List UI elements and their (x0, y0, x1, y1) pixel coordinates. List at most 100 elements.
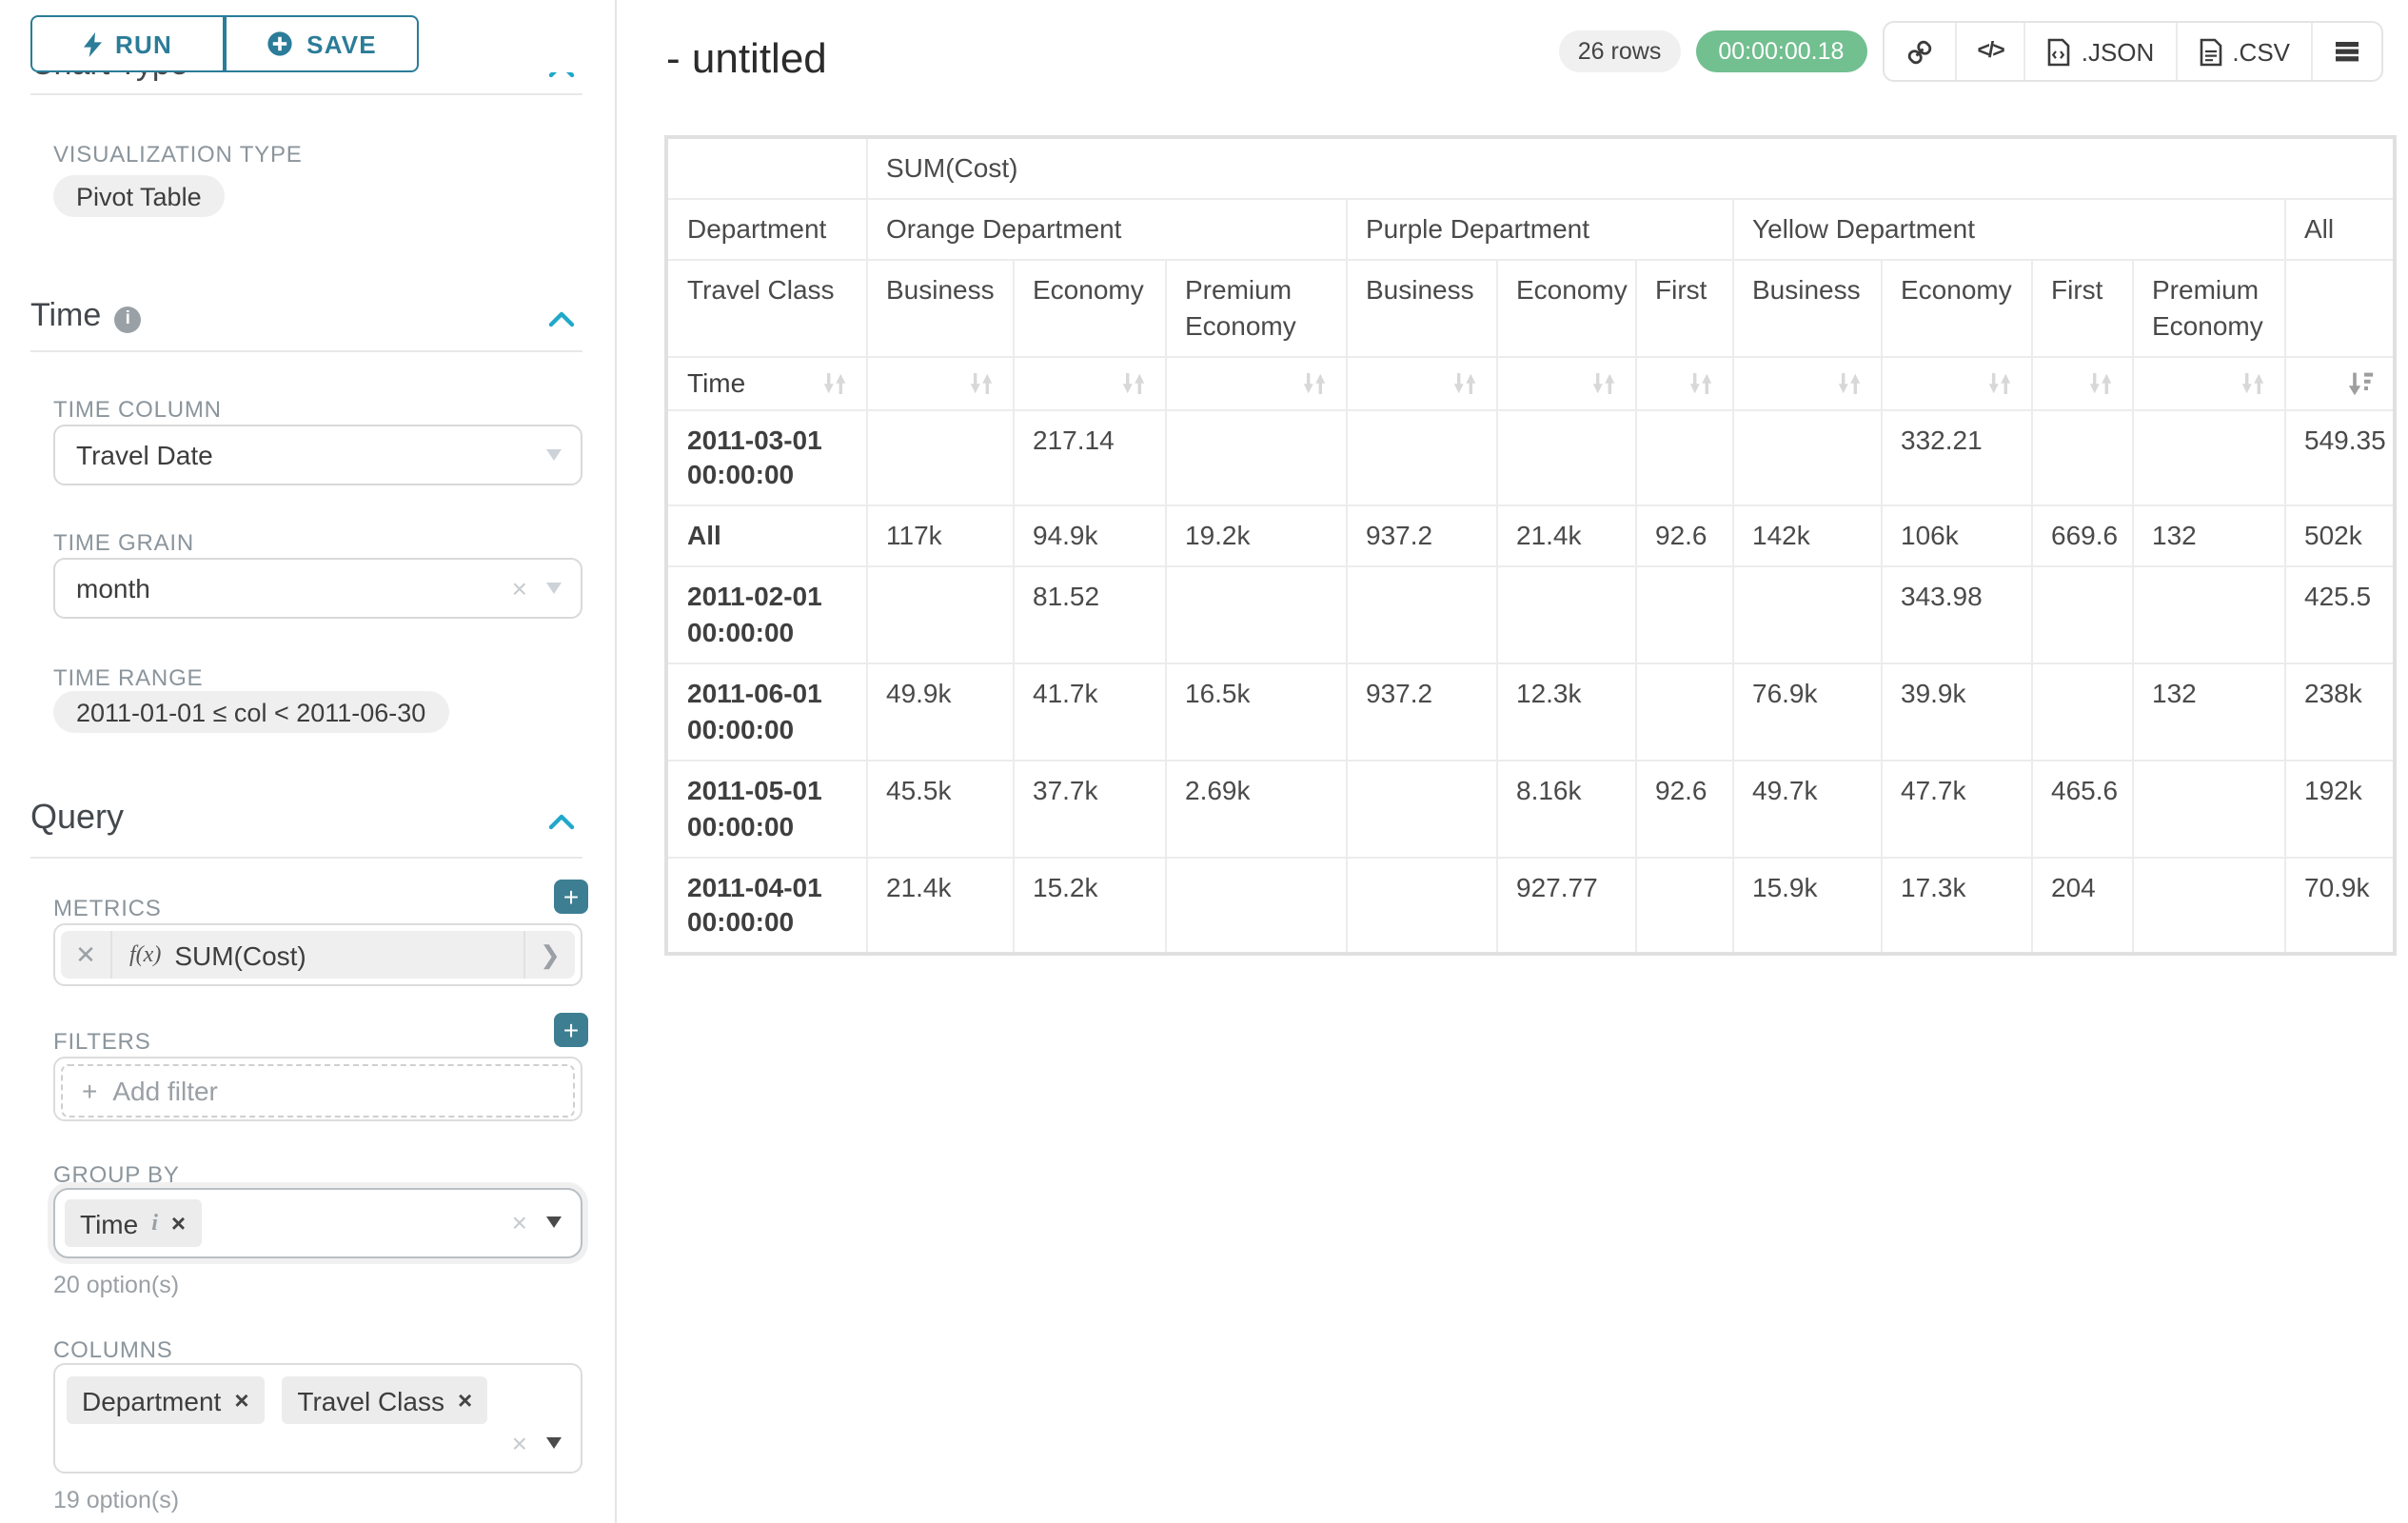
sort-cell (866, 356, 1013, 409)
remove-icon[interactable]: × (234, 1386, 248, 1414)
sort-icon[interactable] (821, 370, 846, 395)
table-row: 2011-04-01 00:00:00 21.4k 15.2k 927.77 1… (666, 857, 2395, 955)
metrics-label: METRICS (53, 895, 162, 921)
control-panel-sidebar: Chart Type RUN SAVE VISUALIZATIO (0, 0, 617, 1523)
add-filter-dropzone[interactable]: + Add filter (61, 1064, 575, 1118)
time-grain-select[interactable]: month × (53, 558, 582, 619)
value-cell: 132 (2132, 506, 2284, 567)
sort-icon[interactable] (968, 370, 993, 395)
sort-icon[interactable] (1120, 370, 1145, 395)
sort-icon[interactable] (1836, 370, 1861, 395)
copy-link-button[interactable] (1884, 23, 1954, 80)
row-label-cell: 2011-02-01 00:00:00 (666, 566, 866, 663)
run-button-label: RUN (115, 30, 172, 58)
value-cell (1732, 566, 1881, 663)
clear-icon[interactable]: × (512, 575, 527, 602)
row-label-cell: 2011-05-01 00:00:00 (666, 761, 866, 858)
row-label-cell: 2011-03-01 00:00:00 (666, 409, 866, 506)
info-icon: i (151, 1209, 158, 1237)
time-column-value: Travel Date (55, 440, 213, 470)
row-count-badge: 26 rows (1559, 30, 1681, 72)
value-cell (1732, 409, 1881, 506)
menu-icon (2334, 40, 2360, 63)
time-range-pill[interactable]: 2011-01-01 ≤ col < 2011-06-30 (53, 691, 448, 733)
value-cell (1346, 409, 1496, 506)
value-cell: 669.6 (2031, 506, 2132, 567)
row-label: 2011-05-01 00:00:00 (687, 775, 822, 841)
value-cell (2132, 857, 2284, 955)
sort-desc-icon[interactable] (2347, 370, 2374, 395)
columns-tag-travel-class[interactable]: Travel Class × (282, 1376, 487, 1424)
column-header: Economy (1496, 260, 1635, 357)
corner-cell (666, 137, 866, 199)
run-save-button-group: RUN SAVE (30, 15, 419, 72)
value-cell: 37.7k (1013, 761, 1165, 858)
value-cell (1165, 409, 1346, 506)
group-by-options-hint: 20 option(s) (53, 1272, 179, 1298)
sort-icon[interactable] (1688, 370, 1712, 395)
result-toolbar: 26 rows 00:00:00.18 </> (1559, 21, 2383, 82)
chevron-up-icon[interactable] (548, 809, 575, 832)
value-cell: 117k (866, 506, 1013, 567)
chevron-up-icon[interactable] (548, 307, 575, 329)
row-label-cell: 2011-06-01 00:00:00 (666, 663, 866, 761)
sort-icon[interactable] (1451, 370, 1476, 395)
value-cell: 192k (2284, 761, 2395, 858)
time-grain-label: TIME GRAIN (53, 529, 194, 556)
remove-icon[interactable]: × (171, 1209, 186, 1237)
function-icon: f(x) (129, 940, 161, 969)
sort-icon[interactable] (2087, 370, 2112, 395)
sort-icon[interactable] (2240, 370, 2264, 395)
save-button[interactable]: SAVE (225, 15, 419, 72)
column-header: Premium Economy (1165, 260, 1346, 357)
remove-icon[interactable]: × (458, 1386, 472, 1414)
metric-chip[interactable]: ✕ f(x) SUM(Cost) ❯ (61, 931, 575, 979)
sort-icon[interactable] (1986, 370, 2011, 395)
value-cell: 332.21 (1881, 409, 2031, 506)
plus-circle-icon (266, 30, 293, 57)
clear-icon[interactable]: × (512, 1209, 527, 1236)
value-cell (2031, 663, 2132, 761)
time-range-label: TIME RANGE (53, 664, 203, 691)
sort-icon[interactable] (1590, 370, 1615, 395)
more-options-button[interactable] (2311, 23, 2381, 80)
add-filter-placeholder: Add filter (112, 1076, 218, 1106)
value-cell: 12.3k (1496, 663, 1635, 761)
group-by-tag-time[interactable]: Time i × (65, 1199, 201, 1247)
value-cell (2132, 566, 2284, 663)
value-cell: 16.5k (1165, 663, 1346, 761)
embed-code-button[interactable]: </> (1954, 23, 2023, 80)
sort-icon[interactable] (1301, 370, 1326, 395)
visualization-type-pill[interactable]: Pivot Table (53, 175, 225, 217)
run-button[interactable]: RUN (30, 15, 225, 72)
columns-tag-department[interactable]: Department × (67, 1376, 265, 1424)
arrow-right-icon[interactable]: ❯ (523, 931, 575, 979)
column-header: Business (1732, 260, 1881, 357)
caret-down-icon (546, 1216, 562, 1228)
add-icon: + (82, 1076, 97, 1106)
link-icon (1905, 37, 1933, 66)
table-row: 2011-06-01 00:00:00 49.9k 41.7k 16.5k 93… (666, 663, 2395, 761)
value-cell: 45.5k (866, 761, 1013, 858)
value-cell: 8.16k (1496, 761, 1635, 858)
caret-down-icon (546, 583, 562, 594)
value-cell (2031, 566, 2132, 663)
add-metric-button[interactable]: + (554, 880, 588, 914)
columns-select[interactable]: Department × Travel Class × × (53, 1363, 582, 1474)
value-cell: 2.69k (1165, 761, 1346, 858)
export-csv-button[interactable]: .CSV (2175, 23, 2311, 80)
value-cell (2031, 409, 2132, 506)
export-csv-label: .CSV (2232, 37, 2290, 66)
remove-icon[interactable]: ✕ (61, 931, 112, 979)
time-column-select[interactable]: Travel Date (53, 425, 582, 485)
time-grain-value: month (55, 573, 150, 603)
value-cell (1635, 566, 1732, 663)
export-json-button[interactable]: .JSON (2024, 23, 2176, 80)
group-by-select[interactable]: Time i × × (53, 1188, 582, 1258)
clear-icon[interactable]: × (512, 1430, 527, 1456)
time-section-title-text: Time (30, 297, 101, 333)
value-cell (2132, 409, 2284, 506)
add-filter-button[interactable]: + (554, 1013, 588, 1047)
chart-title[interactable]: - untitled (666, 34, 827, 84)
pivot-head: SUM(Cost) Department Orange Department P… (666, 137, 2395, 409)
